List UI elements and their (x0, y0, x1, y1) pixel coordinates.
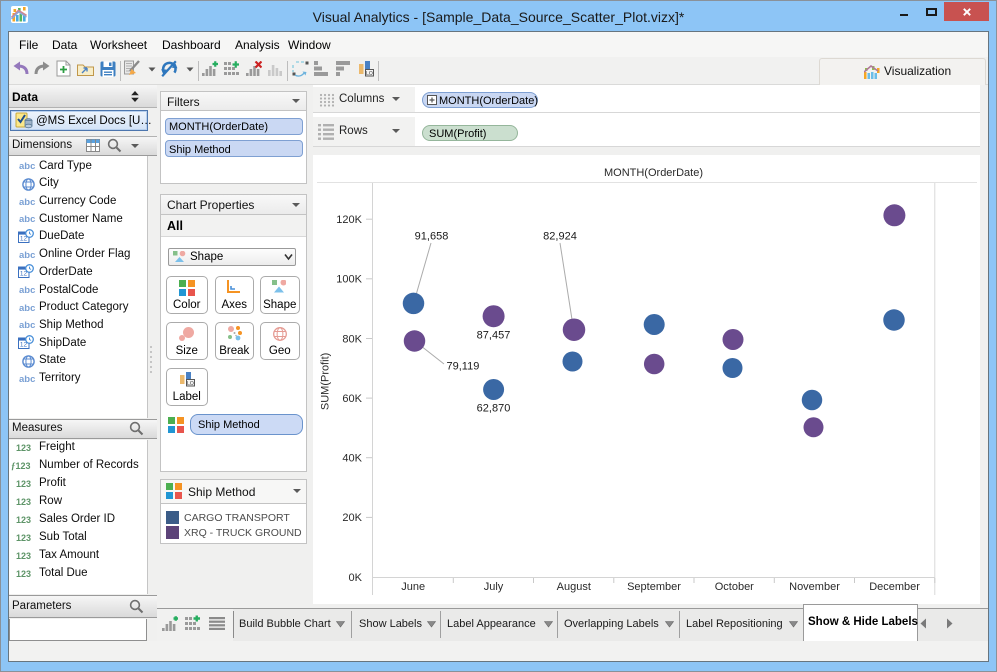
svg-text:79,119: 79,119 (447, 361, 480, 373)
svg-text:80K: 80K (342, 333, 362, 345)
svg-text:82,924: 82,924 (543, 231, 577, 243)
svg-text:LO: LO (366, 71, 373, 77)
svg-text:November: November (789, 581, 840, 593)
svg-text:June: June (401, 581, 425, 593)
svg-text:62,870: 62,870 (477, 403, 511, 415)
svg-text:100K: 100K (336, 274, 362, 286)
svg-text:October: October (715, 581, 754, 593)
svg-text:120K: 120K (336, 214, 362, 226)
svg-text:12: 12 (20, 271, 28, 278)
svg-text:September: September (627, 581, 681, 593)
svg-text:12: 12 (20, 342, 28, 349)
svg-text:60K: 60K (342, 393, 362, 405)
svg-text:12: 12 (20, 235, 28, 242)
svg-text:40K: 40K (342, 453, 362, 465)
svg-text:91,658: 91,658 (415, 231, 449, 243)
svg-text:20K: 20K (342, 512, 362, 524)
svg-text:August: August (557, 581, 591, 593)
svg-text:LO: LO (187, 381, 194, 387)
svg-text:0K: 0K (349, 572, 363, 584)
svg-text:SUM(Profit): SUM(Profit) (320, 353, 332, 410)
svg-text:87,457: 87,457 (477, 330, 511, 342)
svg-text:MONTH(OrderDate): MONTH(OrderDate) (604, 167, 703, 179)
svg-text:December: December (869, 581, 920, 593)
svg-text:July: July (484, 581, 504, 593)
